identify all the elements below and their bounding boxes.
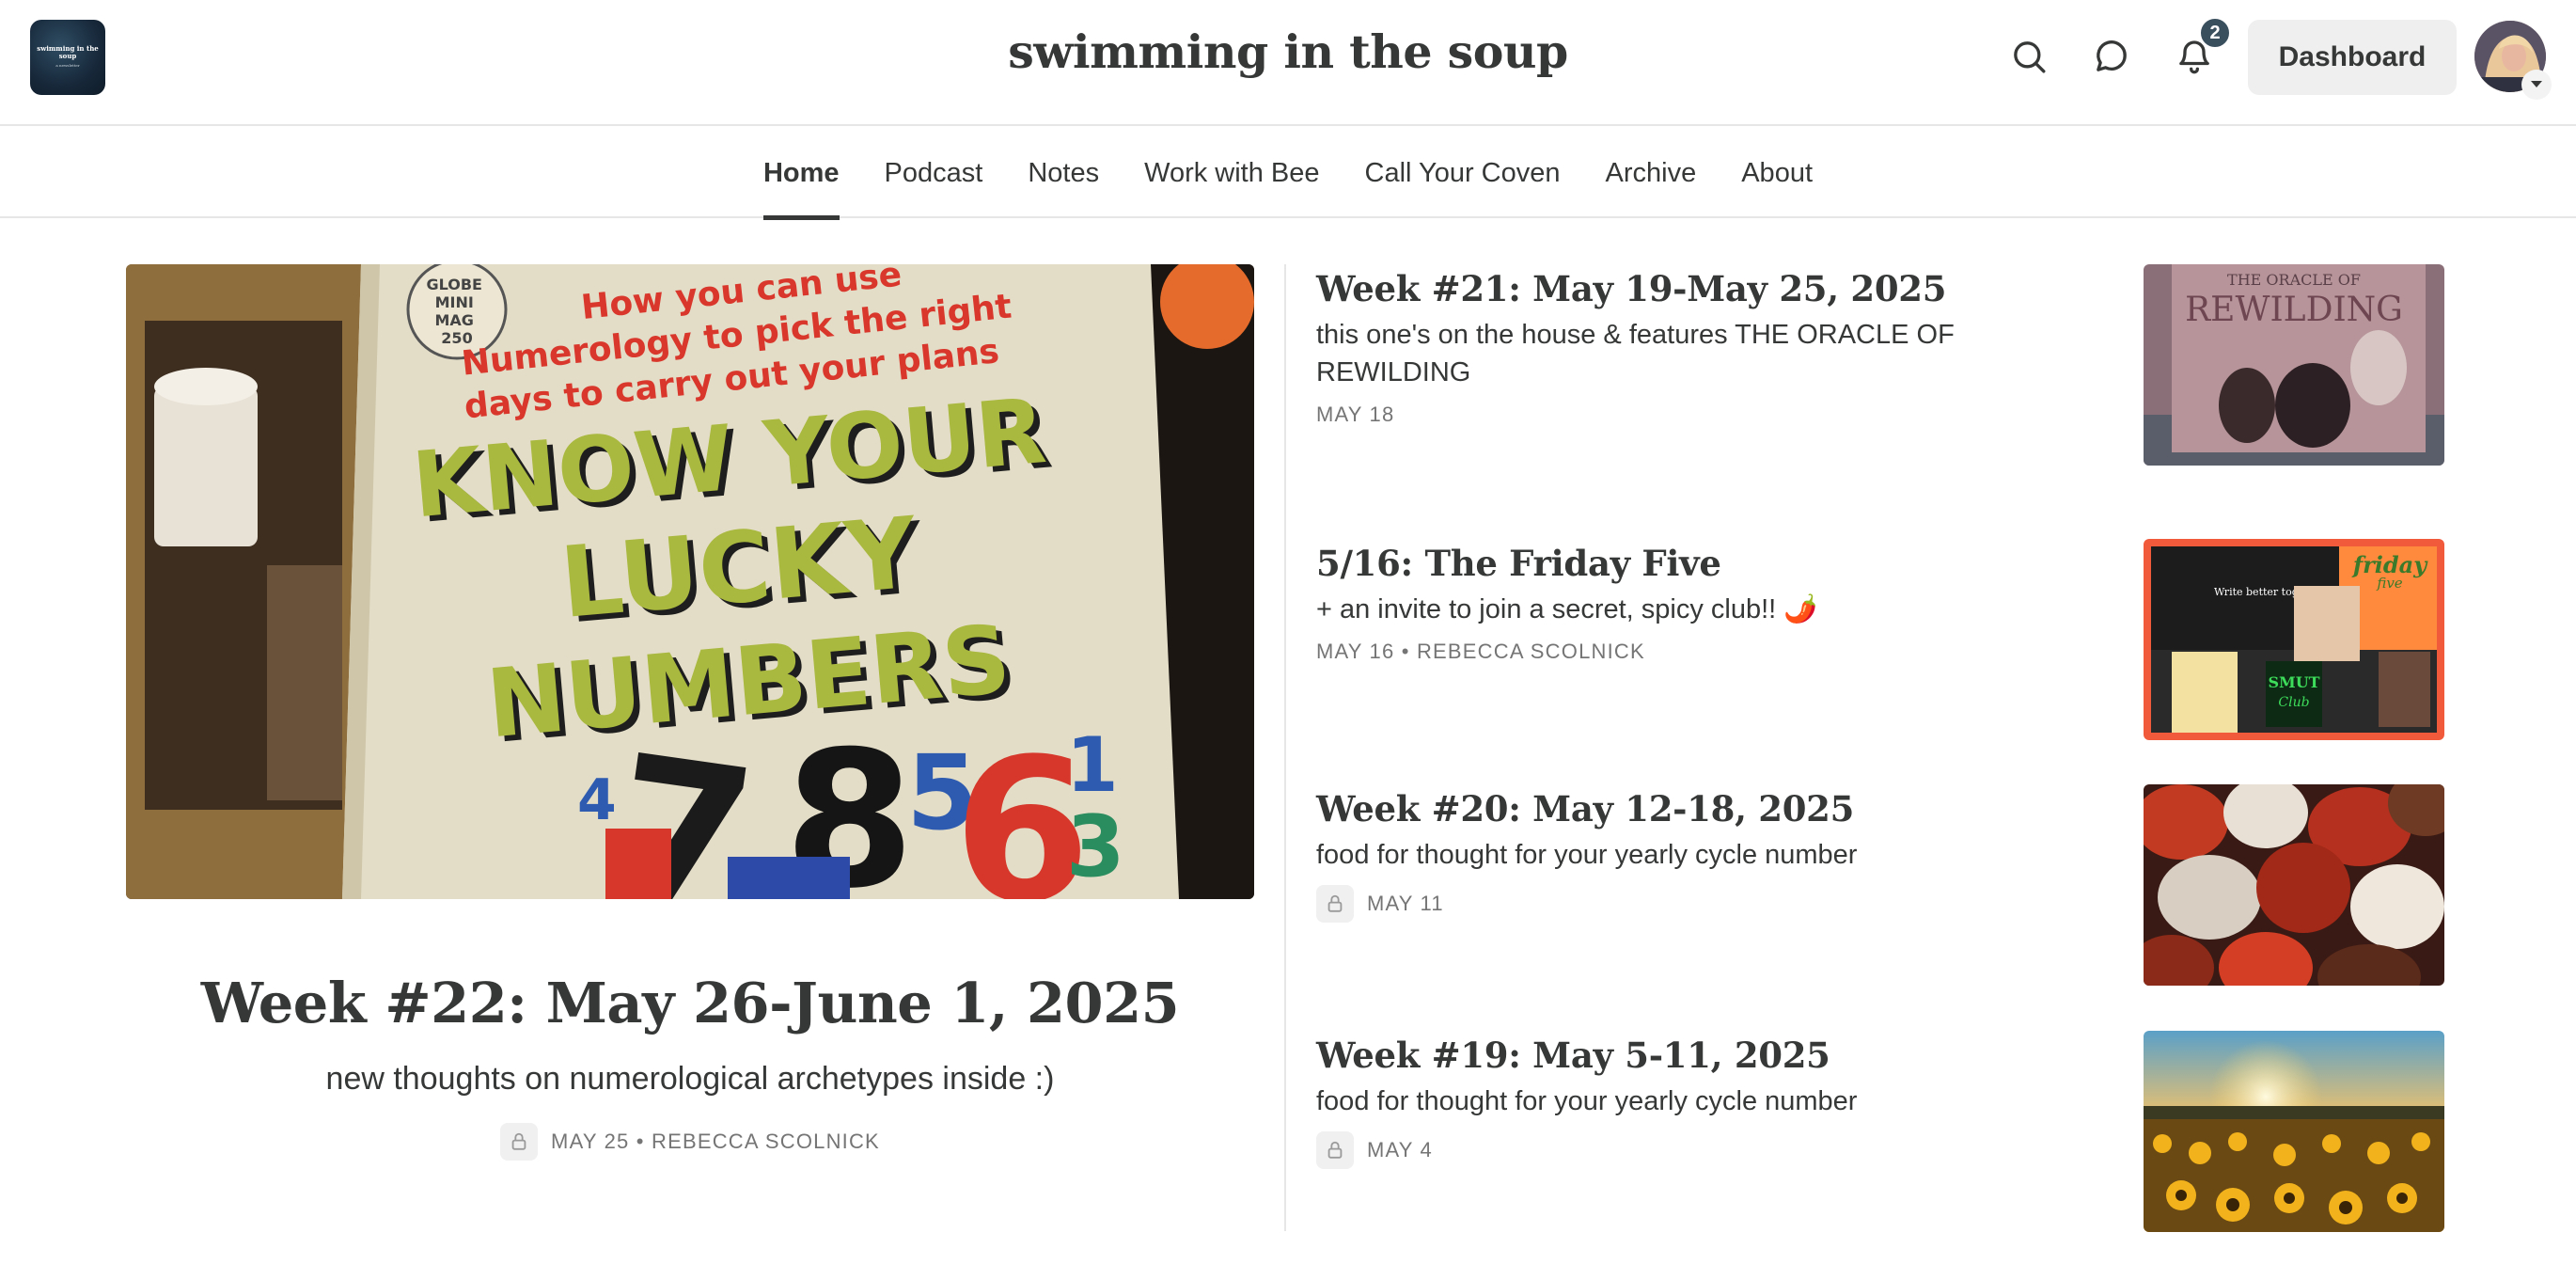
lock-icon: [1316, 885, 1354, 923]
nav-item-about[interactable]: About: [1741, 126, 1813, 218]
nav-item-notes[interactable]: Notes: [1028, 126, 1099, 218]
chevron-down-icon[interactable]: [2521, 70, 2552, 100]
section-nav: Home Podcast Notes Work with Bee Call Yo…: [0, 126, 2576, 220]
post-subtitle: this one's on the house & features THE O…: [1316, 320, 1955, 387]
post-date-author: MAY 16 • REBECCA SCOLNICK: [1316, 640, 1645, 663]
nav-item-archive[interactable]: Archive: [1606, 126, 1697, 218]
post-date: MAY 11: [1367, 892, 1444, 915]
search-icon[interactable]: [2006, 34, 2051, 79]
dashboard-button[interactable]: Dashboard: [2248, 20, 2457, 95]
featured-post-title[interactable]: Week #22: May 26-June 1, 2025: [126, 971, 1254, 1035]
thumb-text: Club: [2278, 695, 2309, 710]
nav-item-call-your-coven[interactable]: Call Your Coven: [1365, 126, 1561, 218]
svg-text:4: 4: [577, 767, 617, 833]
thumb-text: SMUT: [2268, 673, 2319, 691]
featured-post-meta: MAY 25 • REBECCA SCOLNICK: [126, 1123, 1254, 1161]
featured-post-subtitle: new thoughts on numerological archetypes…: [325, 1061, 1055, 1097]
nav-item-home[interactable]: Home: [762, 126, 840, 220]
post-subtitle: + an invite to join a secret, spicy club…: [1316, 594, 1818, 624]
thumb-text: five: [2376, 575, 2402, 592]
svg-text:3: 3: [1066, 798, 1125, 896]
chat-bubble-icon[interactable]: [2089, 34, 2134, 79]
thumb-text: THE ORACLE OF: [2227, 271, 2361, 289]
post-subtitle: food for thought for your yearly cycle n…: [1316, 840, 1858, 870]
post-thumbnail[interactable]: friday five Write better together. SMUT …: [2144, 539, 2444, 740]
nav-item-podcast[interactable]: Podcast: [885, 126, 983, 218]
post-thumbnail[interactable]: [2144, 1031, 2444, 1232]
sticker-line: MINI: [435, 293, 474, 311]
lock-icon: [1316, 1131, 1354, 1169]
sticker-line: GLOBE: [426, 276, 481, 293]
column-divider: [1284, 264, 1286, 1231]
post-thumbnail[interactable]: THE ORACLE OF REWILDING: [2144, 264, 2444, 466]
featured-post-image[interactable]: GLOBE MINI MAG 250 How you can use Numer…: [126, 264, 1254, 899]
top-bar: swimming in the soup a newsletter swimmi…: [0, 0, 2576, 126]
lock-icon: [500, 1123, 539, 1161]
post-date: MAY 4: [1367, 1138, 1433, 1161]
post-thumbnail[interactable]: [2144, 784, 2444, 986]
svg-text:1: 1: [1066, 721, 1119, 809]
notification-badge: 2: [2198, 16, 2232, 50]
post-subtitle: food for thought for your yearly cycle n…: [1316, 1086, 1858, 1116]
featured-post-date-author: MAY 25 • REBECCA SCOLNICK: [551, 1130, 880, 1153]
post-date: MAY 18: [1316, 403, 1395, 426]
sticker-line: MAG: [434, 311, 473, 329]
thumb-text: REWILDING: [2185, 291, 2403, 329]
nav-item-work-with-bee[interactable]: Work with Bee: [1144, 126, 1319, 218]
